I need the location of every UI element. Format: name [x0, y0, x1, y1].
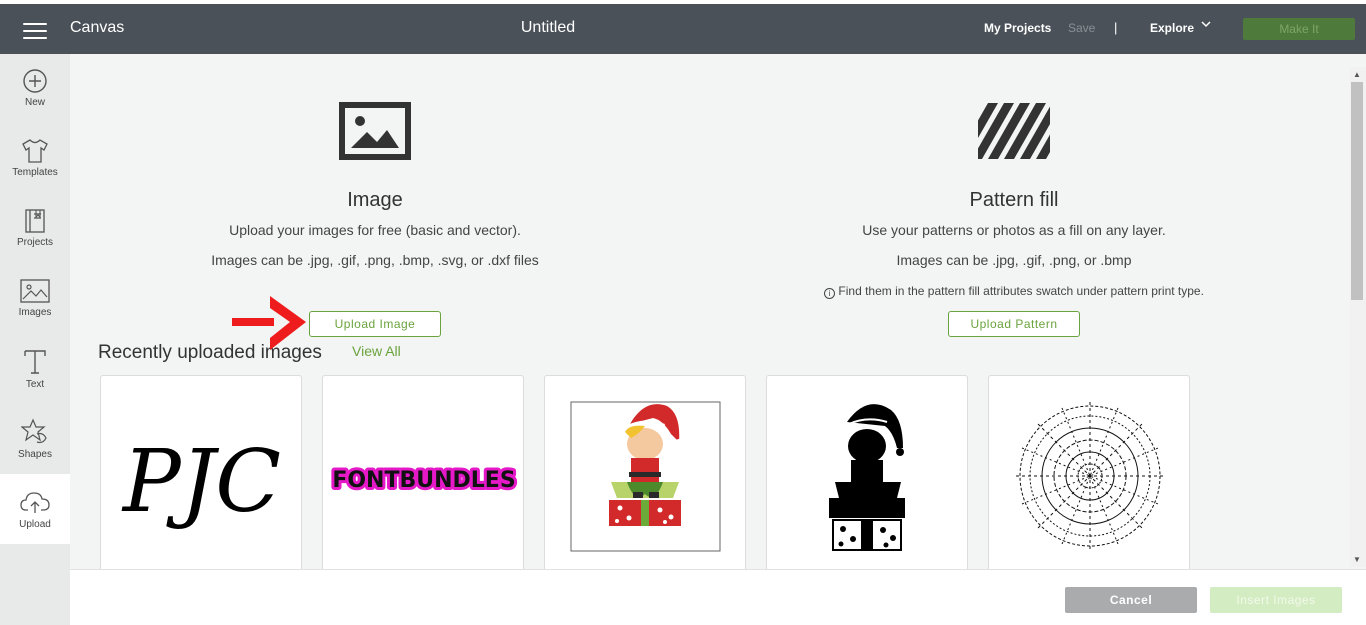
fontbundles-thumbnail: FONTBUNDLES FONTBUNDLES — [329, 465, 518, 496]
sidebar-item-new[interactable]: New — [0, 68, 70, 138]
image-icon — [339, 102, 411, 160]
cancel-button[interactable]: Cancel — [1065, 587, 1197, 613]
document-title[interactable]: Untitled — [0, 19, 1096, 37]
explore-menu[interactable]: Explore — [1150, 21, 1194, 35]
sidebar-item-projects[interactable]: Projects — [0, 208, 70, 278]
pattern-icon — [978, 103, 1050, 159]
text-icon — [24, 350, 46, 374]
book-icon — [25, 209, 45, 233]
scroll-up-arrow[interactable]: ▲ — [1353, 70, 1361, 79]
scrollbar-thumb[interactable] — [1351, 82, 1363, 300]
sidebar-item-label: Shapes — [18, 449, 52, 460]
nav-separator: | — [1114, 20, 1118, 35]
my-projects-link[interactable]: My Projects — [984, 21, 1051, 35]
tshirt-icon — [22, 139, 48, 163]
image-icon — [20, 279, 50, 303]
sidebar-item-templates[interactable]: Templates — [0, 138, 70, 208]
pattern-panel-note: i Find them in the pattern fill attribut… — [764, 284, 1264, 299]
plus-circle-icon — [23, 69, 47, 93]
sidebar-item-label: Text — [25, 379, 45, 390]
sidebar-item-label: Images — [18, 307, 52, 318]
image-panel-title: Image — [347, 189, 403, 211]
header-bar: Canvas Untitled My Projects Save | Explo… — [0, 4, 1366, 54]
sidebar-item-label: Templates — [12, 167, 58, 178]
scroll-down-arrow[interactable]: ▼ — [1353, 555, 1361, 564]
save-link[interactable]: Save — [1068, 21, 1095, 35]
image-panel-description: Upload your images for free (basic and v… — [229, 222, 521, 238]
elf-color-thumbnail — [570, 401, 721, 552]
pattern-panel-description: Use your patterns or photos as a fill on… — [862, 222, 1166, 238]
red-arrow-icon — [232, 296, 306, 350]
svg-text:PJC: PJC — [121, 432, 281, 532]
left-sidebar: New Templates Projects Images Text Shape… — [0, 54, 70, 625]
pattern-panel-title: Pattern fill — [969, 189, 1059, 211]
sidebar-item-label: Projects — [16, 237, 54, 248]
svg-text:FONTBUNDLES: FONTBUNDLES — [332, 468, 515, 493]
sidebar-item-images[interactable]: Images — [0, 278, 70, 348]
upload-pattern-button[interactable]: Upload Pattern — [948, 311, 1080, 337]
recent-image-card[interactable] — [988, 375, 1190, 575]
pattern-panel-formats: Images can be .jpg, .gif, .png, or .bmp — [896, 252, 1132, 268]
image-panel-formats: Images can be .jpg, .gif, .png, .bmp, .s… — [211, 252, 539, 268]
upload-image-button[interactable]: Upload Image — [309, 311, 441, 337]
sidebar-item-upload[interactable]: Upload — [0, 474, 70, 544]
pattern-note-text: Find them in the pattern fill attributes… — [838, 284, 1204, 298]
view-all-link[interactable]: View All — [352, 343, 401, 359]
insert-images-button[interactable]: Insert Images — [1210, 587, 1342, 613]
make-it-button[interactable]: Make It — [1243, 18, 1355, 40]
sidebar-item-label: New — [24, 97, 45, 108]
chevron-down-icon[interactable] — [1201, 19, 1211, 29]
pjc-script-thumbnail: PJC — [121, 432, 281, 532]
mandala-thumbnail — [1016, 402, 1164, 550]
recent-image-card[interactable]: FONTBUNDLES FONTBUNDLES — [322, 375, 524, 575]
shapes-icon — [21, 418, 47, 444]
elf-silhouette-thumbnail — [829, 404, 905, 551]
info-icon: i — [824, 288, 836, 299]
recent-image-card[interactable] — [766, 375, 968, 575]
sidebar-item-text[interactable]: Text — [0, 348, 70, 418]
recent-image-card[interactable] — [544, 375, 746, 575]
cloud-upload-icon — [20, 492, 50, 513]
recent-image-card[interactable]: PJC — [100, 375, 302, 575]
sidebar-item-label: Upload — [19, 519, 51, 530]
